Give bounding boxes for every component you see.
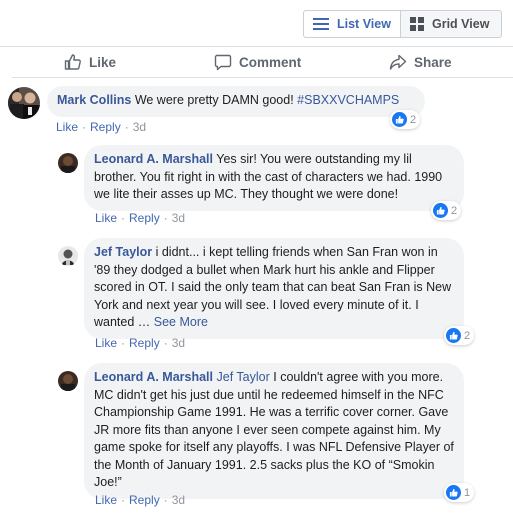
comment-timestamp[interactable]: 3d: [172, 493, 185, 507]
separator: ·: [82, 120, 87, 134]
comment-actions: Like · Reply · 3d: [95, 493, 185, 507]
separator: ·: [121, 336, 126, 350]
comment-reply-link[interactable]: Reply: [129, 493, 160, 507]
avatar[interactable]: [8, 87, 40, 119]
like-reaction-icon: [446, 328, 461, 343]
comment-like-link[interactable]: Like: [56, 120, 78, 134]
reaction-count[interactable]: 2: [431, 201, 462, 220]
reaction-count-value: 2: [451, 204, 458, 217]
avatar[interactable]: [58, 153, 78, 173]
list-view-button[interactable]: List View: [304, 11, 401, 37]
comment-text: I couldn't agree with you more. MC didn'…: [94, 370, 454, 489]
grid-icon: [410, 17, 424, 31]
separator: ·: [163, 336, 168, 350]
grid-view-button[interactable]: Grid View: [401, 11, 498, 37]
comment-mention[interactable]: Jef Taylor: [217, 370, 270, 384]
comment-action-label: Comment: [239, 54, 302, 70]
separator: ·: [163, 493, 168, 507]
comment-action-button[interactable]: Comment: [214, 47, 301, 77]
speech-bubble-icon: [214, 54, 232, 71]
comment-actions: Like · Reply · 3d: [95, 336, 185, 350]
comment-author[interactable]: Leonard A. Marshall: [94, 370, 213, 384]
separator: ·: [124, 120, 129, 134]
comment-reply-link[interactable]: Reply: [129, 336, 160, 350]
separator: ·: [121, 211, 126, 225]
comment-reply-link[interactable]: Reply: [90, 120, 121, 134]
see-more-link[interactable]: See More: [154, 315, 208, 329]
comment-like-link[interactable]: Like: [95, 211, 117, 225]
comment-bubble: Mark Collins We were pretty DAMN good! #…: [47, 86, 425, 117]
comment-author[interactable]: Leonard A. Marshall: [94, 152, 213, 166]
comment-actions: Like · Reply · 3d: [56, 120, 146, 134]
reaction-count[interactable]: 2: [390, 110, 421, 129]
comment-like-link[interactable]: Like: [95, 336, 117, 350]
comment-actions: Like · Reply · 3d: [95, 211, 185, 225]
comment-timestamp[interactable]: 3d: [133, 120, 146, 134]
reaction-count-value: 1: [464, 486, 471, 499]
avatar[interactable]: [58, 246, 78, 266]
list-icon: [313, 18, 329, 30]
share-arrow-icon: [389, 54, 407, 70]
reaction-count-value: 2: [410, 113, 417, 126]
reaction-count[interactable]: 2: [444, 326, 475, 345]
share-action-button[interactable]: Share: [389, 47, 452, 77]
like-reaction-icon: [433, 203, 448, 218]
divider: [12, 77, 513, 78]
comment-bubble: Leonard A. Marshall Jef Taylor I couldn'…: [84, 363, 464, 499]
comment-author[interactable]: Jef Taylor: [94, 245, 152, 259]
post-action-bar: Like Comment Share: [0, 47, 513, 77]
grid-view-label: Grid View: [432, 17, 490, 31]
comment-timestamp[interactable]: 3d: [172, 211, 185, 225]
comment-reply-link[interactable]: Reply: [129, 211, 160, 225]
separator: ·: [121, 493, 126, 507]
view-toggle: List View Grid View: [303, 10, 502, 38]
like-reaction-icon: [392, 112, 407, 127]
like-action-button[interactable]: Like: [64, 47, 116, 77]
comment-bubble: Leonard A. Marshall Yes sir! You were ou…: [84, 145, 464, 211]
comment-like-link[interactable]: Like: [95, 493, 117, 507]
like-reaction-icon: [446, 485, 461, 500]
comment-bubble: Jef Taylor i didnt... i kept telling fri…: [84, 238, 464, 339]
reaction-count[interactable]: 1: [444, 483, 475, 502]
comment-hashtag[interactable]: #SBXXVCHAMPS: [297, 93, 399, 107]
reaction-count-value: 2: [464, 329, 471, 342]
comment-text: We were pretty DAMN good!: [134, 93, 294, 107]
avatar[interactable]: [58, 371, 78, 391]
comment-timestamp[interactable]: 3d: [172, 336, 185, 350]
list-view-label: List View: [337, 17, 391, 31]
share-action-label: Share: [414, 54, 452, 70]
thumbs-up-icon: [64, 54, 81, 70]
comment-author[interactable]: Mark Collins: [57, 93, 131, 107]
separator: ·: [163, 211, 168, 225]
like-action-label: Like: [89, 54, 117, 70]
